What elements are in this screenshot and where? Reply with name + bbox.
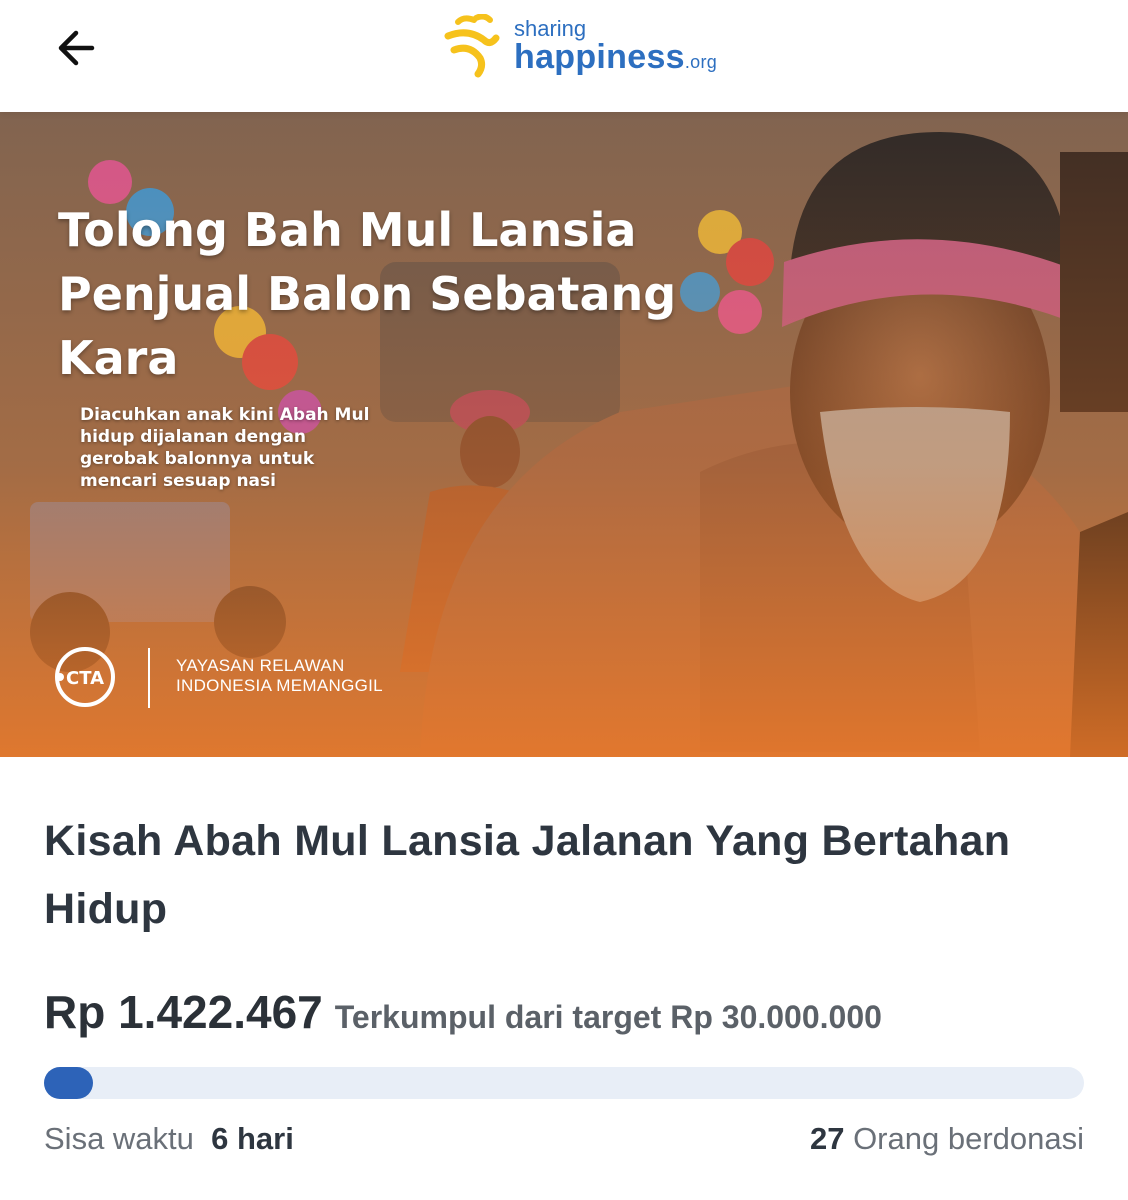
back-button[interactable]	[44, 16, 108, 80]
donation-progress-bar	[44, 1067, 1084, 1099]
target-amount-text: Terkumpul dari target Rp 30.000.000	[334, 999, 882, 1035]
time-remaining-value: 6 hari	[211, 1121, 294, 1156]
top-bar: sharing happiness.org	[0, 0, 1128, 112]
cta-logo: CTA	[55, 647, 115, 707]
arrow-left-icon	[58, 30, 95, 66]
donor-count-label: Orang berdonasi	[853, 1121, 1084, 1156]
site-logo[interactable]: sharing happiness.org	[444, 10, 724, 82]
cta-logo-text: CTA	[66, 668, 104, 689]
organization-name: YAYASAN RELAWAN INDONESIA MEMANGGIL	[176, 656, 416, 696]
logo-divider	[148, 648, 150, 708]
time-remaining-label: Sisa waktu	[44, 1121, 194, 1156]
donor-count: 27 Orang berdonasi	[810, 1121, 1084, 1157]
logo-text-org: .org	[684, 52, 718, 72]
banner-subtitle: Diacuhkan anak kini Abah Mul hidup dijal…	[80, 405, 370, 491]
logo-text-sharing: sharing	[514, 16, 587, 41]
campaign-title: Kisah Abah Mul Lansia Jalanan Yang Berta…	[44, 817, 1011, 933]
campaign-banner: Tolong Bah Mul Lansia Penjual Balon Seba…	[0, 112, 1128, 757]
collected-amount: Rp 1.422.467	[44, 986, 323, 1038]
campaign-details: Kisah Abah Mul Lansia Jalanan Yang Berta…	[0, 807, 1128, 1157]
time-remaining: Sisa waktu 6 hari	[44, 1121, 294, 1157]
donation-progress-fill	[44, 1067, 93, 1099]
banner-title: Tolong Bah Mul Lansia Penjual Balon Seba…	[58, 203, 677, 385]
campaign-stats: Sisa waktu 6 hari 27 Orang berdonasi	[44, 1121, 1084, 1157]
donor-count-value: 27	[809, 1121, 845, 1156]
organization-line-2: INDONESIA MEMANGGIL	[176, 676, 383, 695]
logo-text-happiness: happiness	[514, 38, 685, 76]
organization-line-1: YAYASAN RELAWAN	[176, 656, 345, 675]
funding-summary: Rp 1.422.467 Terkumpul dari target Rp 30…	[44, 985, 1084, 1039]
logo-mark-icon	[444, 14, 500, 78]
